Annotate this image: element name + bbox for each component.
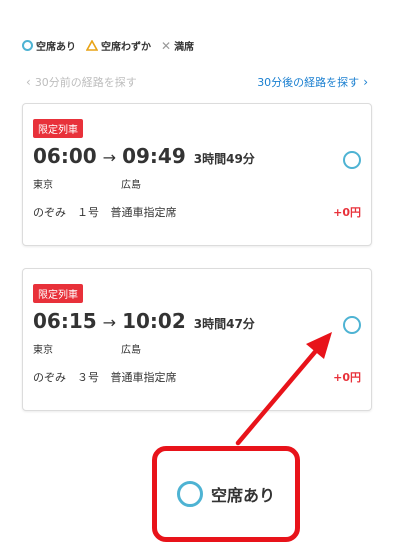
train-name: のぞみ １号 [33,206,99,219]
callout-label: 空席あり [210,486,275,505]
depart-time: 06:00 [33,144,97,168]
station-row: 東京 広島 [33,176,141,191]
limited-train-badge: 限定列車 [33,284,83,303]
to-station: 広島 [121,180,141,191]
time-row: 06:00 → 09:49 3時間49分 [33,144,255,168]
train-info: のぞみ ３号 普通車指定席 [33,369,177,385]
result-card[interactable]: 限定列車 06:15 → 10:02 3時間47分 東京 広島 のぞみ ３号 普… [22,268,372,411]
available-circle-icon [343,316,361,334]
arrive-time: 10:02 [122,309,186,333]
chevron-left-icon: ‹ [26,75,31,89]
chevron-right-icon: › [363,75,368,89]
seat-class: 普通車指定席 [110,371,177,384]
duration: 3時間49分 [193,152,255,166]
result-card[interactable]: 限定列車 06:00 → 09:49 3時間49分 東京 広島 のぞみ １号 普… [22,103,372,246]
time-row: 06:15 → 10:02 3時間47分 [33,309,255,333]
next-label: 30分後の経路を探す [257,76,360,89]
available-circle-icon [343,151,361,169]
next-30min-link[interactable]: 30分後の経路を探す › [257,74,372,90]
seat-legend: 空席あり 空席わずか ✕ 満席 [22,38,204,53]
from-station: 東京 [33,180,53,191]
train-name: のぞみ ３号 [33,371,99,384]
arrive-time: 09:49 [122,144,186,168]
legend-few-label: 空席わずか [101,42,151,53]
train-info: のぞみ １号 普通車指定席 [33,204,177,220]
from-station: 東京 [33,345,53,356]
to-station: 広島 [121,345,141,356]
circle-icon [176,481,203,507]
depart-time: 06:15 [33,309,97,333]
legend-available-label: 空席あり [36,42,76,53]
circle-icon [22,40,33,51]
prev-30min-link[interactable]: ‹ 30分前の経路を探す [22,74,137,90]
zoom-callout: 空席あり [152,446,300,542]
time-navigation: ‹ 30分前の経路を探す 30分後の経路を探す › [22,74,372,92]
legend-available: 空席あり [22,38,76,53]
duration: 3時間47分 [193,317,255,331]
price: +0円 [333,371,361,384]
triangle-icon [86,40,98,51]
arrow-right-icon: → [102,148,117,167]
legend-full: ✕ 満席 [161,38,195,54]
limited-train-badge: 限定列車 [33,119,83,138]
cross-icon: ✕ [161,38,172,53]
prev-label: 30分前の経路を探す [34,76,137,89]
legend-few: 空席わずか [86,38,151,53]
arrow-right-icon: → [102,313,117,332]
legend-full-label: 満席 [174,42,195,53]
seat-class: 普通車指定席 [110,206,177,219]
price: +0円 [333,206,361,219]
station-row: 東京 広島 [33,341,141,356]
